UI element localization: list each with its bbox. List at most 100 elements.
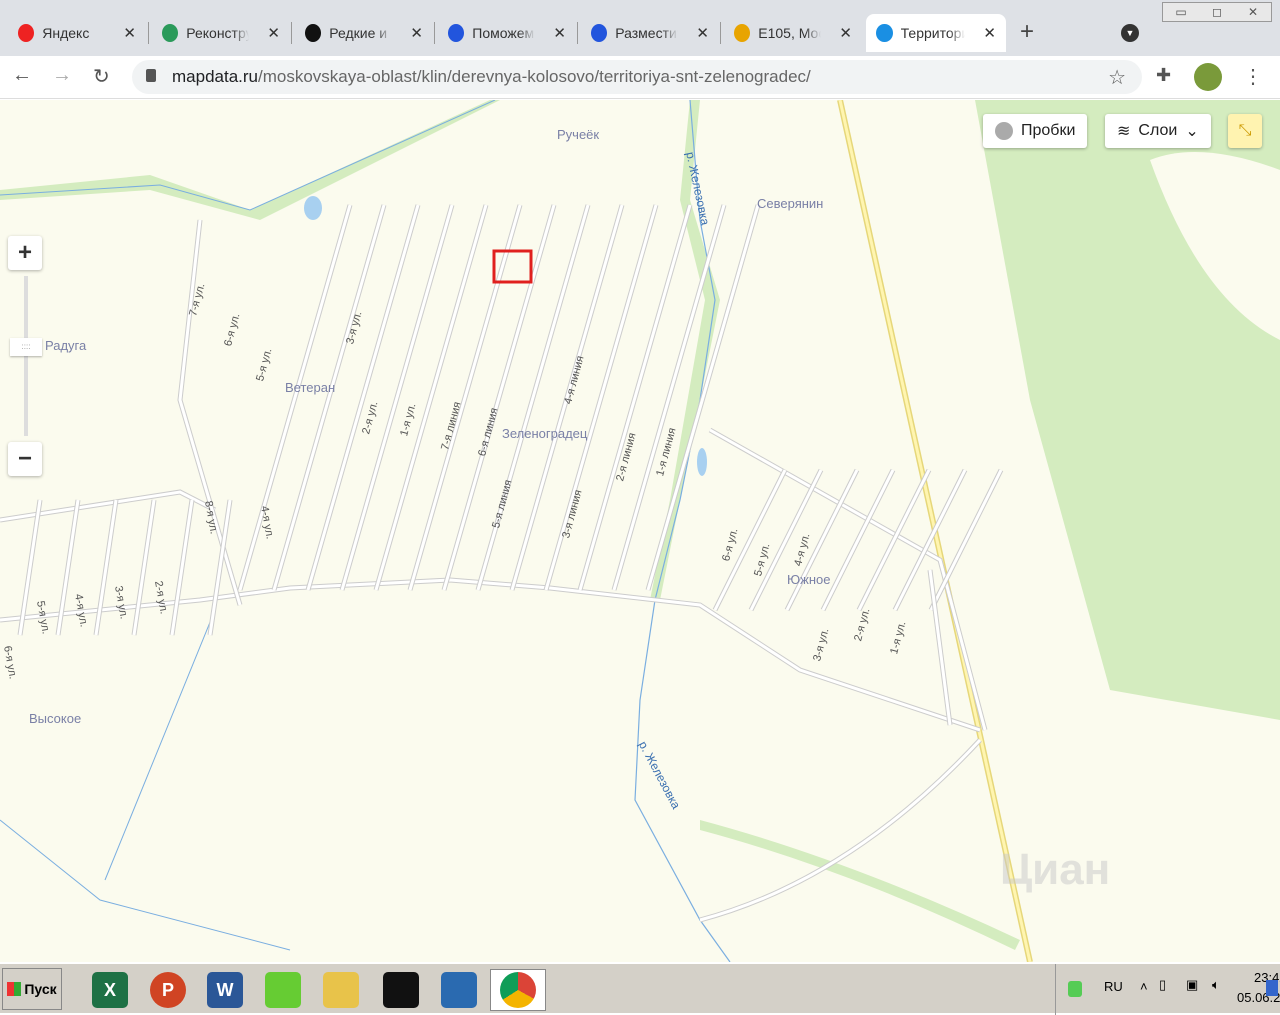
taskbar-app-media-app[interactable] bbox=[373, 969, 429, 1011]
taskbar: Пуск XPW RU ˄ ▯ ▣ 🔈︎ 23:42 05.06.2021 bbox=[0, 962, 1280, 1015]
place-label: Южное bbox=[787, 572, 831, 587]
url-path: /moskovskaya-oblast/klin/derevnya-koloso… bbox=[258, 67, 811, 86]
road bbox=[132, 499, 156, 636]
tab-label: Редкие и bbox=[329, 25, 388, 41]
road bbox=[374, 204, 488, 591]
device-icon: ▯ bbox=[1159, 977, 1167, 992]
taskbar-app-word[interactable]: W bbox=[197, 969, 253, 1011]
browser-tab-bar: Яндекс✕Реконструкция✕Редкие и✕Поможем✕Ра… bbox=[0, 0, 1280, 56]
compass-icon bbox=[305, 24, 322, 42]
window-controls: ▭ ◻ ✕ bbox=[1162, 2, 1272, 22]
close-tab-icon[interactable]: ✕ bbox=[123, 24, 136, 42]
tab[interactable]: Поможем ✕ bbox=[438, 14, 576, 52]
powerpoint-icon: P bbox=[150, 972, 186, 1008]
taskbar-app-excel[interactable]: X bbox=[82, 969, 138, 1011]
zoom-slider-thumb[interactable]: :::: bbox=[10, 338, 42, 356]
zoom-slider[interactable]: :::: bbox=[10, 276, 42, 436]
road bbox=[94, 499, 118, 636]
tab-label: E105, Москва bbox=[758, 25, 821, 41]
tab-separator bbox=[148, 22, 149, 44]
close-window-button[interactable]: ✕ bbox=[1235, 3, 1271, 21]
taskbar-app-wifi-app[interactable] bbox=[255, 969, 311, 1011]
field-strip bbox=[700, 820, 1020, 950]
chevron-down-icon: ⌄ bbox=[1185, 123, 1199, 140]
google-maps-icon bbox=[734, 24, 751, 42]
windows-logo-icon bbox=[7, 982, 22, 996]
extensions-icon[interactable]: ✚ bbox=[1156, 65, 1171, 86]
avito-like-icon bbox=[591, 24, 608, 42]
tab-separator bbox=[577, 22, 578, 44]
taskbar-app-file-explorer[interactable] bbox=[313, 969, 369, 1011]
address-bar[interactable]: mapdata.ru/moskovskaya-oblast/klin/derev… bbox=[132, 60, 1142, 94]
reload-button[interactable]: ↻ bbox=[93, 64, 110, 89]
profile-avatar[interactable] bbox=[1194, 63, 1222, 91]
place-label: Ручеёк bbox=[557, 127, 600, 142]
close-tab-icon[interactable]: ✕ bbox=[696, 24, 709, 42]
road bbox=[699, 738, 982, 922]
close-tab-icon[interactable]: ✕ bbox=[267, 24, 280, 42]
file-explorer-icon bbox=[323, 972, 359, 1008]
network-icon[interactable]: ▣ bbox=[1186, 977, 1198, 993]
zoom-out-button[interactable]: − bbox=[8, 442, 42, 476]
tab-separator bbox=[434, 22, 435, 44]
start-label: Пуск bbox=[24, 981, 57, 997]
tab[interactable]: Разместить ✕ bbox=[581, 14, 719, 52]
collapse-button[interactable]: ⤡ bbox=[1228, 114, 1262, 148]
show-hidden-icons[interactable]: ˄ bbox=[1140, 979, 1148, 994]
security-icon bbox=[1068, 981, 1082, 997]
minimize-button[interactable]: ▭ bbox=[1163, 3, 1199, 21]
road bbox=[857, 469, 931, 611]
road bbox=[929, 469, 1003, 611]
tab-label: Яндекс bbox=[42, 25, 90, 41]
tab-separator bbox=[720, 22, 721, 44]
pond bbox=[304, 196, 322, 220]
forward-button[interactable]: → bbox=[52, 64, 72, 87]
zoom-in-button[interactable]: + bbox=[8, 236, 42, 270]
place-label: Северянин bbox=[757, 196, 824, 211]
taskbar-app-video-downloader[interactable] bbox=[431, 969, 487, 1011]
collapse-icon: ⤡ bbox=[1238, 122, 1252, 139]
menu-icon[interactable]: ⋮ bbox=[1243, 64, 1263, 89]
tab[interactable]: Реконструкция ✕ bbox=[152, 14, 290, 52]
show-desktop-button[interactable] bbox=[1266, 980, 1278, 996]
road bbox=[442, 204, 556, 591]
lock-icon bbox=[146, 69, 156, 82]
layers-icon: ≋ bbox=[1117, 123, 1131, 140]
road bbox=[272, 204, 386, 591]
maximize-button[interactable]: ◻ bbox=[1199, 3, 1235, 21]
road bbox=[340, 204, 454, 591]
back-button[interactable]: ← bbox=[12, 64, 32, 87]
tab-search-icon[interactable]: ▼ bbox=[1121, 24, 1139, 42]
close-tab-icon[interactable]: ✕ bbox=[839, 24, 852, 42]
volume-icon[interactable]: 🔈︎ bbox=[1212, 977, 1220, 993]
language-indicator[interactable]: RU bbox=[1104, 979, 1123, 994]
new-tab-button[interactable]: + bbox=[1020, 18, 1034, 46]
media-app-icon bbox=[383, 972, 419, 1008]
road bbox=[306, 204, 420, 591]
road-outline bbox=[0, 577, 981, 733]
place-label: Ветеран bbox=[285, 380, 336, 395]
layers-button[interactable]: ≋ Слои ⌄ bbox=[1105, 114, 1211, 148]
tab-label: Поможем bbox=[472, 25, 535, 41]
traffic-icon bbox=[995, 122, 1013, 140]
tab[interactable]: E105, Москва ✕ bbox=[724, 14, 862, 52]
close-tab-icon[interactable]: ✕ bbox=[553, 24, 566, 42]
close-tab-icon[interactable]: ✕ bbox=[983, 24, 996, 42]
word-icon: W bbox=[207, 972, 243, 1008]
start-button[interactable]: Пуск bbox=[2, 968, 62, 1010]
reconstruction-icon bbox=[162, 24, 179, 42]
system-tray: RU ˄ ▯ ▣ 🔈︎ 23:42 05.06.2021 bbox=[1055, 964, 1280, 1015]
traffic-button[interactable]: Пробки bbox=[983, 114, 1088, 148]
bookmark-star-icon[interactable]: ☆ bbox=[1108, 65, 1126, 90]
video-downloader-icon bbox=[441, 972, 477, 1008]
close-tab-icon[interactable]: ✕ bbox=[410, 24, 423, 42]
tab[interactable]: Редкие и ✕ bbox=[295, 14, 433, 52]
taskbar-app-chrome[interactable] bbox=[490, 969, 546, 1011]
taskbar-app-powerpoint[interactable]: P bbox=[140, 969, 196, 1011]
tab[interactable]: Яндекс ✕ bbox=[8, 14, 146, 52]
layers-label: Слои bbox=[1138, 122, 1178, 139]
map-canvas[interactable]: Ручеёк Северянин Радуга Ветеран Зеленоградец… bbox=[0, 100, 1280, 962]
zoom-control: + :::: − bbox=[8, 236, 44, 476]
road-outline bbox=[699, 738, 982, 923]
tab[interactable]: Территория ✕ bbox=[866, 14, 1006, 52]
